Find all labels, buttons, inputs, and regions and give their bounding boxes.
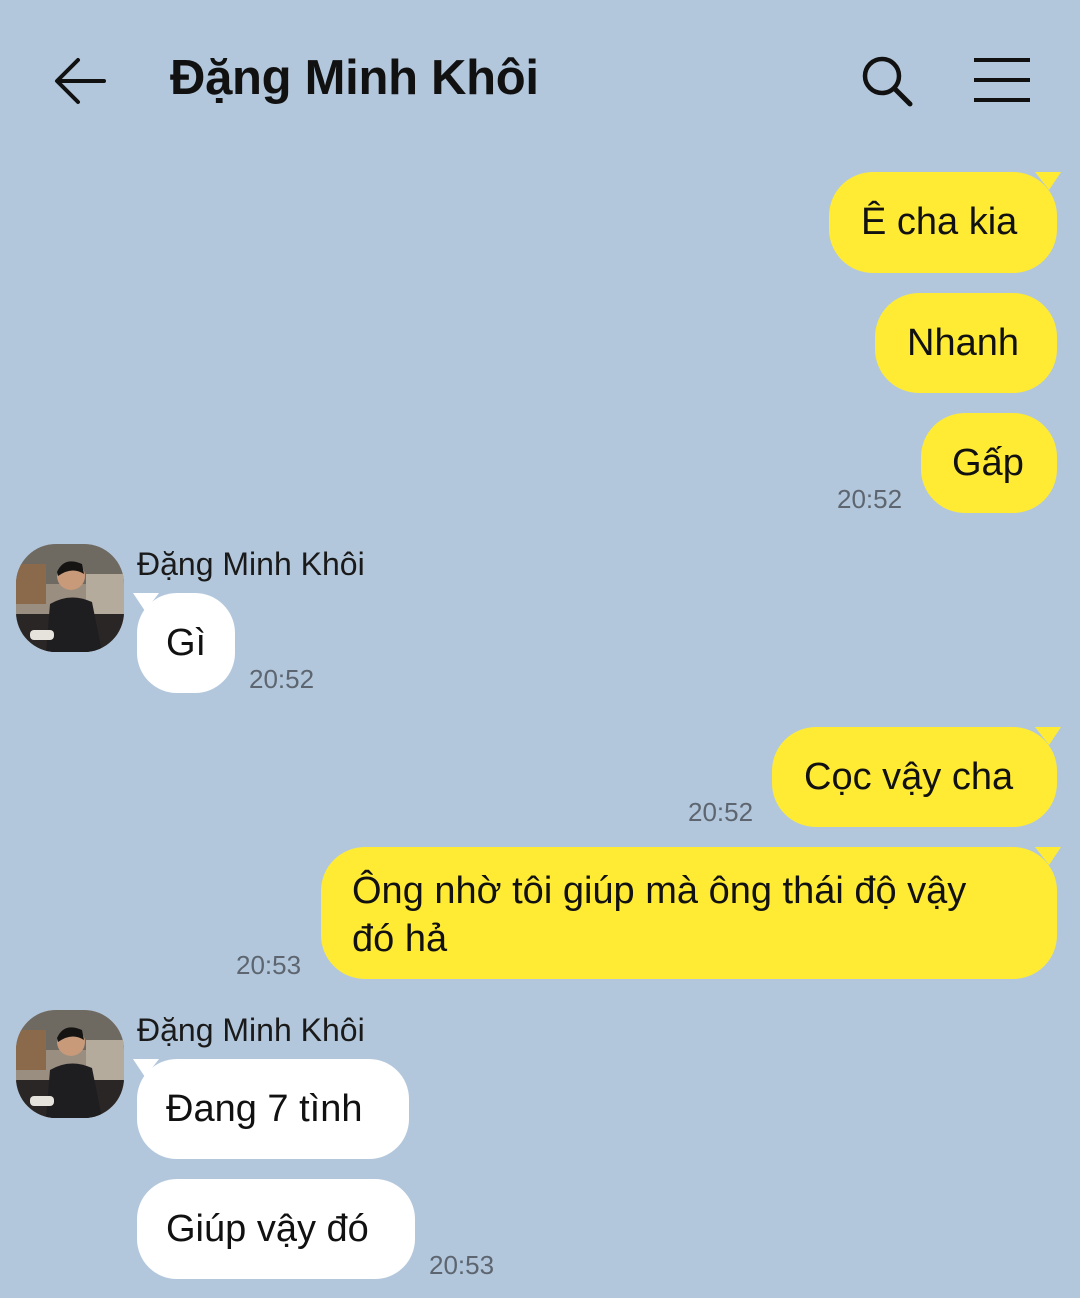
- incoming-message[interactable]: Giúp vậy đó: [137, 1179, 415, 1279]
- message-text-line: đó hả: [352, 918, 448, 960]
- search-button[interactable]: [858, 52, 920, 112]
- chat-screen: Đặng Minh Khôi Ê cha kia Nhanh Gấp 20:52: [0, 0, 1080, 1298]
- contact-photo: [16, 544, 124, 652]
- message-text: Cọc vậy cha: [804, 756, 1014, 798]
- avatar[interactable]: [16, 1010, 124, 1118]
- bubble-tail: [1035, 172, 1061, 190]
- message-text: Gì: [166, 622, 207, 664]
- message-text: Ê cha kia: [861, 201, 1018, 243]
- message-timestamp: 20:52: [837, 484, 903, 514]
- outgoing-message[interactable]: Ông nhờ tôi giúp mà ông thái độ vậy đó h…: [321, 847, 1061, 979]
- chat-title: Đặng Minh Khôi: [170, 51, 539, 105]
- arrow-left-icon: [55, 58, 106, 104]
- outgoing-message[interactable]: Ê cha kia: [829, 172, 1061, 273]
- sender-name: Đặng Minh Khôi: [137, 1012, 365, 1048]
- incoming-message[interactable]: Gì: [133, 593, 235, 693]
- menu-button[interactable]: [968, 54, 1034, 108]
- bubble-tail: [1035, 727, 1061, 745]
- bubble-tail: [1035, 847, 1061, 865]
- outgoing-message[interactable]: Gấp: [921, 413, 1057, 513]
- message-text: Đang 7 tình: [166, 1088, 363, 1130]
- message-text: Nhanh: [907, 322, 1019, 364]
- outgoing-message[interactable]: Nhanh: [875, 293, 1057, 393]
- sender-name: Đặng Minh Khôi: [137, 546, 365, 582]
- outgoing-message[interactable]: Cọc vậy cha: [772, 727, 1061, 827]
- menu-icon: [974, 58, 1030, 102]
- search-icon: [862, 56, 913, 107]
- incoming-message[interactable]: Đang 7 tình: [133, 1059, 409, 1159]
- message-text-line: Ông nhờ tôi giúp mà ông thái độ vậy: [352, 870, 967, 912]
- bubble-tail: [133, 593, 159, 611]
- message-timestamp: 20:52: [688, 797, 754, 827]
- contact-photo: [16, 1010, 124, 1118]
- message-text: Giúp vậy đó: [166, 1208, 369, 1250]
- message-timestamp: 20:53: [429, 1250, 495, 1280]
- back-button[interactable]: [48, 50, 114, 112]
- bubble-tail: [133, 1059, 159, 1077]
- message-timestamp: 20:52: [249, 664, 315, 694]
- avatar[interactable]: [16, 544, 124, 652]
- message-text: Gấp: [952, 442, 1024, 484]
- chat-header: Đặng Minh Khôi: [0, 0, 1080, 160]
- message-timestamp: 20:53: [236, 950, 302, 980]
